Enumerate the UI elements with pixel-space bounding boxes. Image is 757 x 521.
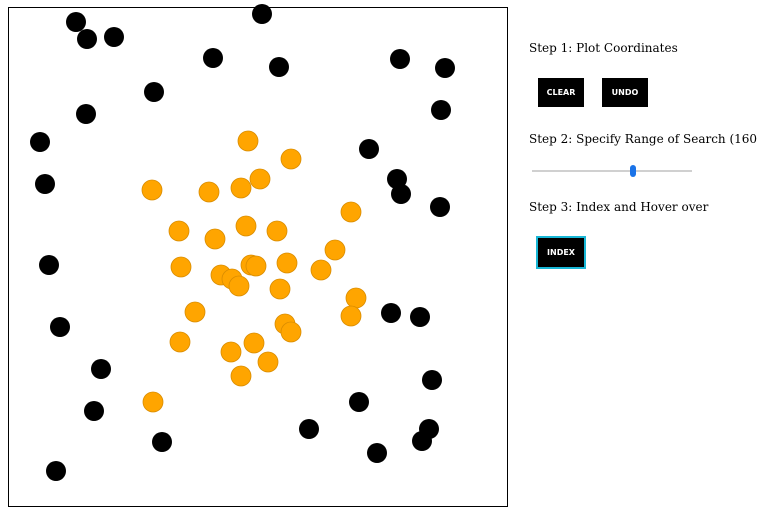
step-2-label: Step 2: Specify Range of Search (160px) — [529, 132, 757, 146]
in-range-point[interactable] — [340, 201, 362, 223]
plotted-point[interactable] — [349, 392, 369, 412]
in-range-point[interactable] — [257, 351, 279, 373]
in-range-point[interactable] — [245, 255, 267, 277]
range-slider[interactable] — [532, 165, 692, 177]
plotted-point[interactable] — [252, 4, 272, 24]
plotted-point[interactable] — [104, 27, 124, 47]
in-range-point[interactable] — [184, 301, 206, 323]
in-range-point[interactable] — [204, 228, 226, 250]
plotted-point[interactable] — [269, 57, 289, 77]
plotted-point[interactable] — [391, 184, 411, 204]
in-range-point[interactable] — [198, 181, 220, 203]
in-range-point[interactable] — [269, 278, 291, 300]
plotted-point[interactable] — [203, 48, 223, 68]
in-range-point[interactable] — [345, 287, 367, 309]
plotted-point[interactable] — [431, 100, 451, 120]
plotted-point[interactable] — [35, 174, 55, 194]
plotted-point[interactable] — [152, 432, 172, 452]
in-range-point[interactable] — [141, 179, 163, 201]
plotted-point[interactable] — [91, 359, 111, 379]
in-range-point[interactable] — [230, 365, 252, 387]
range-slider-thumb[interactable] — [630, 165, 636, 177]
plotted-point[interactable] — [410, 307, 430, 327]
plotted-point[interactable] — [84, 401, 104, 421]
in-range-point[interactable] — [235, 215, 257, 237]
index-button[interactable]: INDEX — [536, 236, 586, 269]
plotted-point[interactable] — [76, 104, 96, 124]
plot-canvas[interactable] — [8, 4, 508, 507]
plotted-point[interactable] — [430, 197, 450, 217]
plotted-point[interactable] — [46, 461, 66, 481]
step-3-label: Step 3: Index and Hover over — [529, 200, 709, 214]
in-range-point[interactable] — [237, 130, 259, 152]
in-range-point[interactable] — [266, 220, 288, 242]
plotted-point[interactable] — [359, 139, 379, 159]
plotted-point[interactable] — [422, 370, 442, 390]
in-range-point[interactable] — [142, 391, 164, 413]
plotted-point[interactable] — [381, 303, 401, 323]
clear-button[interactable]: CLEAR — [538, 78, 584, 107]
in-range-point[interactable] — [169, 331, 191, 353]
plotted-point[interactable] — [435, 58, 455, 78]
control-panel: Step 1: Plot Coordinates CLEAR UNDO Step… — [529, 0, 757, 521]
plotted-point[interactable] — [30, 132, 50, 152]
in-range-point[interactable] — [249, 168, 271, 190]
in-range-point[interactable] — [228, 275, 250, 297]
in-range-point[interactable] — [168, 220, 190, 242]
plotted-point[interactable] — [390, 49, 410, 69]
in-range-point[interactable] — [340, 305, 362, 327]
plotted-point[interactable] — [412, 431, 432, 451]
in-range-point[interactable] — [276, 252, 298, 274]
in-range-point[interactable] — [324, 239, 346, 261]
undo-button[interactable]: UNDO — [602, 78, 648, 107]
in-range-point[interactable] — [243, 332, 265, 354]
in-range-point[interactable] — [280, 148, 302, 170]
in-range-point[interactable] — [220, 341, 242, 363]
plotted-point[interactable] — [66, 12, 86, 32]
in-range-point[interactable] — [280, 321, 302, 343]
plotted-point[interactable] — [144, 82, 164, 102]
in-range-point[interactable] — [310, 259, 332, 281]
step-1-label: Step 1: Plot Coordinates — [529, 41, 678, 55]
in-range-point[interactable] — [170, 256, 192, 278]
plotted-point[interactable] — [299, 419, 319, 439]
plotted-point[interactable] — [367, 443, 387, 463]
plotted-point[interactable] — [39, 255, 59, 275]
plotted-point[interactable] — [50, 317, 70, 337]
in-range-point[interactable] — [230, 177, 252, 199]
plotted-point[interactable] — [77, 29, 97, 49]
